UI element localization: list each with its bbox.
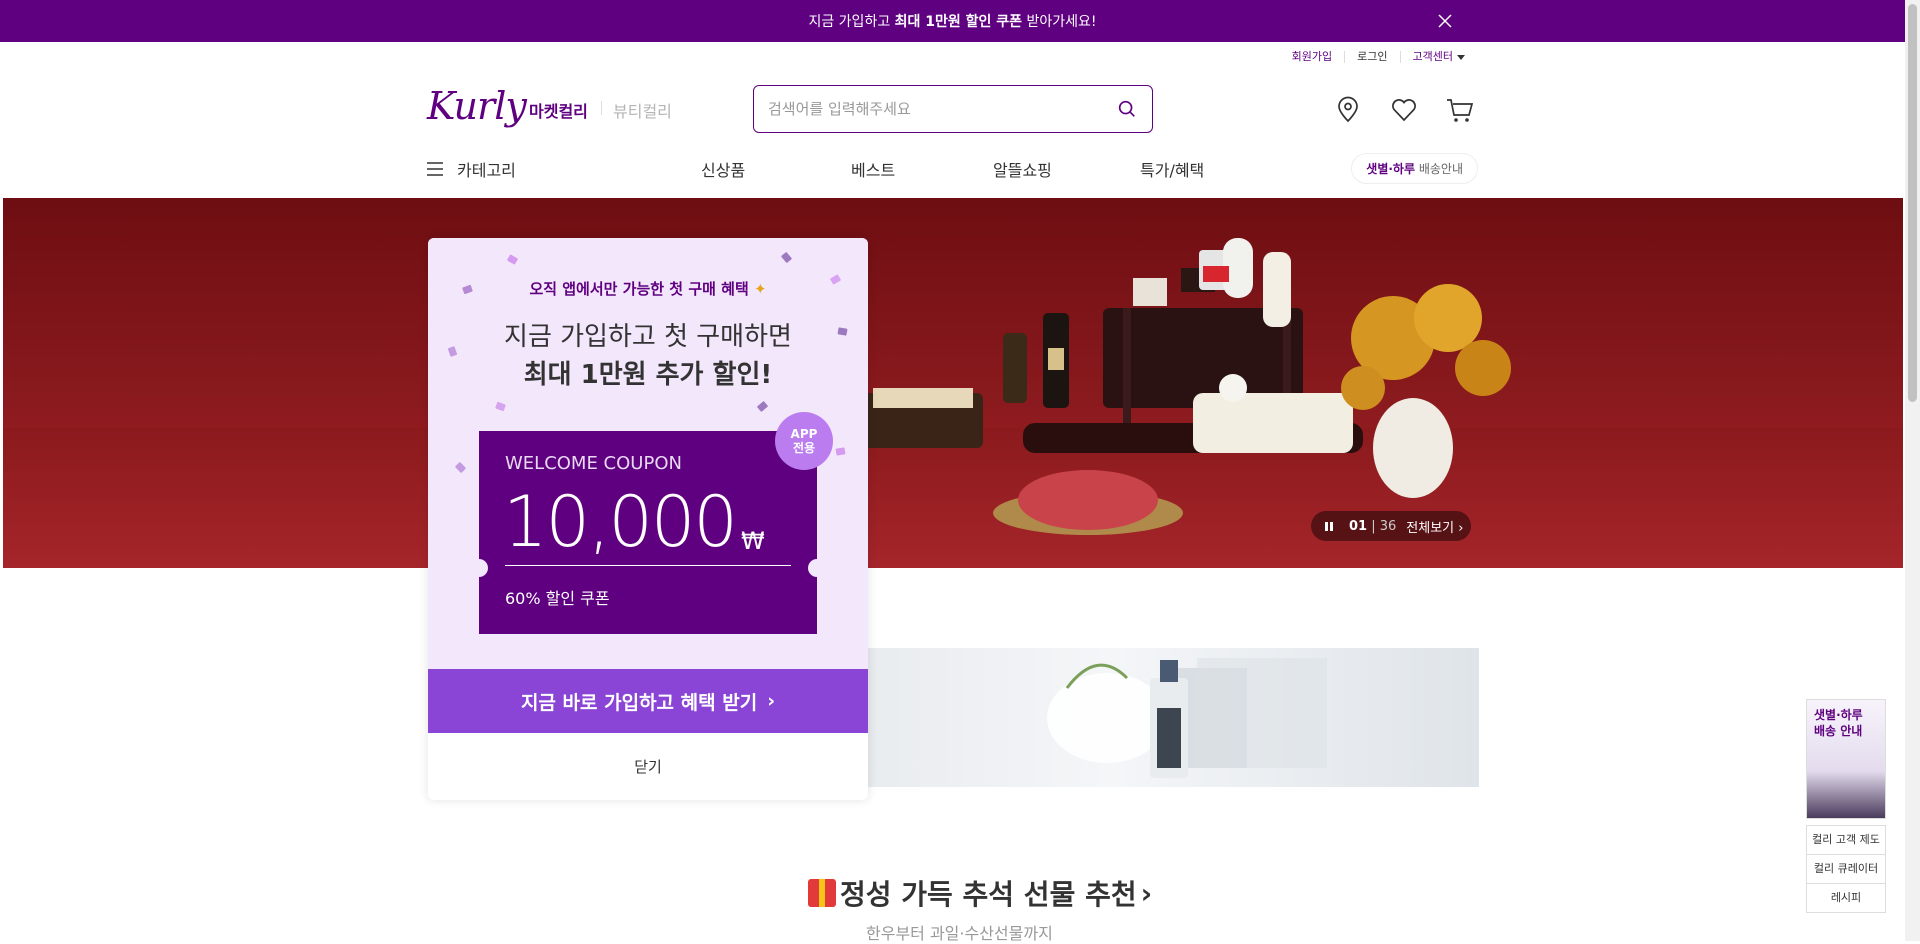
confetti [780,251,793,264]
gift-icon [808,879,836,907]
welcome-coupon: WELCOME COUPON 10,000 ₩ 60% 할인 쿠폰 [470,431,826,634]
pause-icon[interactable] [1319,521,1339,531]
sub-banner[interactable] [867,648,1479,787]
sub-banner-image [1047,658,1327,778]
login-link[interactable]: 로그인 [1344,51,1399,63]
kurly-logo[interactable]: Kurly [427,84,527,128]
section-subtitle: 한우부터 과일·수산선물까지 [866,924,1053,943]
view-all-button[interactable]: 전체보기 › [1406,517,1463,536]
app-only-badge: APP 전용 [775,412,833,470]
coupon-divider [505,565,791,566]
popup-close-button[interactable]: 닫기 [428,733,868,800]
search-input[interactable] [768,100,1116,118]
scrollbar[interactable] [1905,0,1920,941]
nav-saving[interactable]: 알뜰쇼핑 [993,157,1052,181]
customer-center-link[interactable]: 고객센터 [1399,51,1477,63]
global-nav: 카테고리 신상품 베스트 알뜰쇼핑 특가/혜택 샛별·하루 배송안내 [427,153,1478,184]
confetti [506,254,519,265]
popup-header: 오직 앱에서만 가능한 첫 구매 혜택 ✦ 지금 가입하고 첫 구매하면 최대 … [428,238,868,669]
scrollbar-thumb[interactable] [1908,4,1917,402]
hamburger-icon [427,162,443,176]
section-title[interactable]: 정성 가득 추석 선물 추천 › [808,873,1152,913]
search-box[interactable] [753,85,1153,133]
promo-text: 지금 가입하고 최대 1만원 할인 쿠폰 받아가세요! [808,14,1097,30]
confetti [835,447,846,456]
coupon-currency: ₩ [741,527,765,555]
popup-badge-text: 오직 앱에서만 가능한 첫 구매 혜택 ✦ [529,280,767,298]
delivery-info-button[interactable]: 샛별·하루 배송안내 [1351,153,1478,184]
chevron-right-icon: › [767,690,776,712]
cart-icon[interactable] [1444,94,1476,126]
coupon-notch-right [808,559,826,577]
coupon-subtitle: 60% 할인 쿠폰 [505,589,610,608]
side-quick-menu: 샛별·하루 배송 안내 컬리 고객 제도 컬리 큐레이터 레시피 [1806,699,1886,913]
delivery-side-banner[interactable]: 샛별·하루 배송 안내 [1806,699,1886,819]
heart-icon[interactable] [1388,94,1420,126]
party-icon: ✦ [753,280,767,298]
confetti [454,461,467,474]
hero-carousel-controls: 01 | 36 전체보기 › [1311,511,1472,541]
close-icon[interactable] [1435,11,1455,31]
confetti [756,400,769,413]
utility-menu: 회원가입 로그인 고객센터 [1280,51,1477,63]
popup-headline-1: 지금 가입하고 첫 구매하면 [504,322,792,352]
coupon-notch-left [470,559,488,577]
promo-topbar: 지금 가입하고 최대 1만원 할인 쿠폰 받아가세요! [0,0,1905,42]
nav-special[interactable]: 특가/혜택 [1140,157,1204,181]
search-icon[interactable] [1116,98,1138,120]
nav-new[interactable]: 신상품 [701,157,745,181]
beauty-kurly-tab[interactable]: 뷰티컬리 [601,98,672,122]
signup-benefit-button[interactable]: 지금 바로 가입하고 혜택 받기 › [428,669,868,733]
caret-down-icon [1457,54,1465,60]
hero-pagination: 01 | 36 [1349,518,1397,534]
chevron-right-icon: › [1140,876,1153,910]
side-item-customer-program[interactable]: 컬리 고객 제도 [1807,825,1885,854]
coupon-title: WELCOME COUPON [505,453,682,474]
header-icons [1332,94,1476,126]
category-label: 카테고리 [457,161,516,180]
side-item-curator[interactable]: 컬리 큐레이터 [1807,854,1885,883]
confetti [495,401,506,412]
market-kurly-tab[interactable]: 마켓컬리 [529,98,588,122]
category-menu[interactable]: 카테고리 [427,157,516,181]
side-item-recipe[interactable]: 레시피 [1807,883,1885,912]
signup-link[interactable]: 회원가입 [1280,51,1344,63]
popup-headline-2: 최대 1만원 추가 할인! [523,360,773,390]
nav-best[interactable]: 베스트 [851,157,895,181]
coupon-amount: 10,000 [503,481,738,563]
hero-banner[interactable] [3,198,1903,568]
location-icon[interactable] [1332,94,1364,126]
signup-coupon-popup: 오직 앱에서만 가능한 첫 구매 혜택 ✦ 지금 가입하고 첫 구매하면 최대 … [428,238,868,800]
